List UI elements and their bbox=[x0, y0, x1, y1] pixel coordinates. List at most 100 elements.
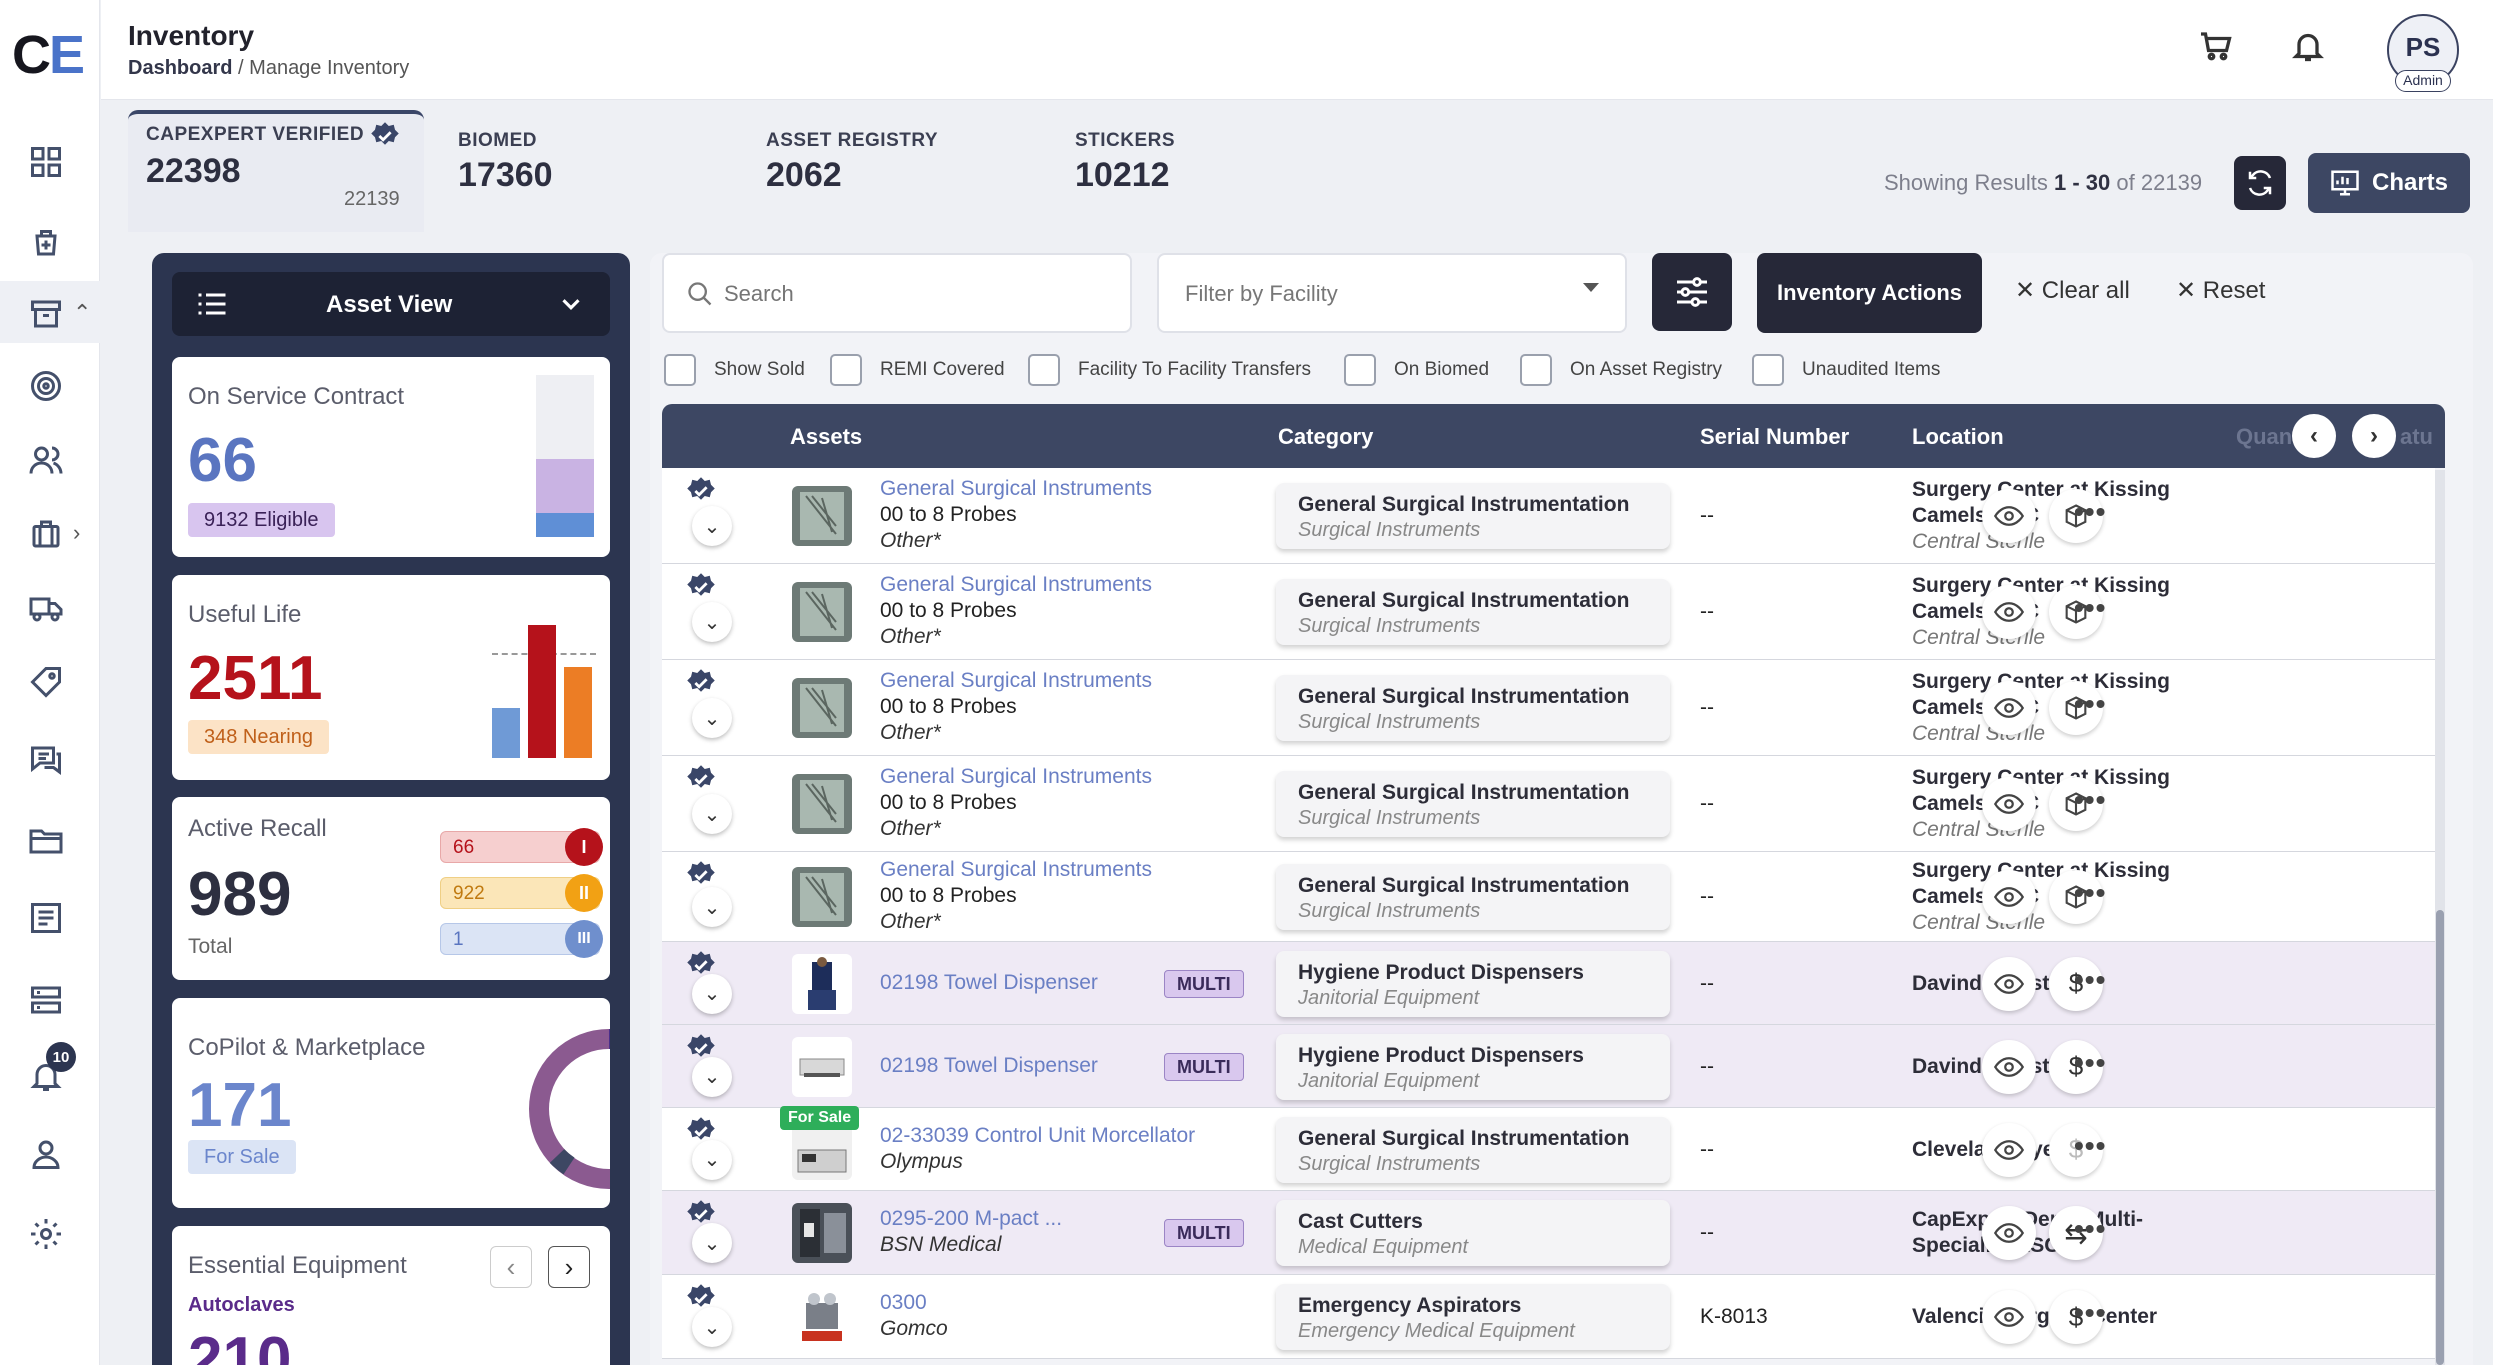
expand-row-button[interactable]: ⌄ bbox=[692, 887, 732, 927]
active-recall-card[interactable]: Active Recall 989 Total 66 I 922 II 1 III bbox=[172, 797, 610, 980]
table-row[interactable]: ⌄ 02198 Towel Dispenser MULTI Hygiene Produ… bbox=[662, 1025, 2435, 1108]
table-row[interactable]: ⌄ For Sale 02-33039 Control Unit Morcellat… bbox=[662, 1105, 2435, 1191]
expand-row-button[interactable]: ⌄ bbox=[692, 794, 732, 834]
recall-class-1-bar[interactable]: 66 I bbox=[440, 828, 603, 866]
medical-bag-icon[interactable] bbox=[22, 218, 70, 266]
view-eye-button[interactable] bbox=[1982, 1290, 2036, 1344]
reset-button[interactable]: ✕ Reset bbox=[2176, 276, 2265, 305]
breadcrumb-home[interactable]: Dashboard bbox=[128, 57, 232, 79]
view-eye-button[interactable] bbox=[1982, 585, 2036, 639]
asset-thumbnail[interactable] bbox=[792, 1203, 852, 1263]
asset-thumbnail[interactable] bbox=[792, 867, 852, 927]
expand-row-button[interactable]: ⌄ bbox=[692, 602, 732, 642]
header-assets[interactable]: Assets bbox=[790, 424, 862, 450]
user-avatar[interactable]: PS Admin bbox=[2387, 14, 2459, 92]
expand-row-button[interactable]: ⌄ bbox=[692, 1223, 732, 1263]
more-options-icon[interactable]: ••• bbox=[2074, 1213, 2106, 1245]
inventory-actions-button[interactable]: Inventory Actions bbox=[1757, 253, 1982, 333]
settings-gear-icon[interactable] bbox=[22, 1210, 70, 1258]
filter-remi-covered[interactable]: REMI Covered bbox=[830, 352, 1005, 388]
dashboard-grid-icon[interactable] bbox=[22, 138, 70, 186]
asset-name-link[interactable]: General Surgical Instruments bbox=[880, 669, 1152, 693]
filter-on-asset-registry[interactable]: On Asset Registry bbox=[1520, 352, 1722, 388]
more-options-icon[interactable]: ••• bbox=[2074, 784, 2106, 816]
header-serial[interactable]: Serial Number bbox=[1700, 424, 1849, 450]
essential-prev-button[interactable]: ‹ bbox=[490, 1246, 532, 1288]
view-eye-button[interactable] bbox=[1982, 681, 2036, 735]
columns-prev-button[interactable]: ‹ bbox=[2292, 414, 2336, 458]
expand-row-button[interactable]: ⌄ bbox=[692, 1056, 732, 1097]
view-eye-button[interactable] bbox=[1982, 956, 2036, 1011]
filter-show-sold[interactable]: Show Sold bbox=[664, 352, 805, 388]
table-row[interactable]: ⌄ General Surgical Instruments 00 to 8 Pro… bbox=[662, 468, 2435, 564]
truck-icon[interactable] bbox=[22, 584, 70, 632]
recall-class-2-bar[interactable]: 922 II bbox=[440, 874, 603, 912]
charts-button[interactable]: Charts bbox=[2308, 153, 2470, 213]
chevron-up-icon[interactable]: ⌃ bbox=[73, 300, 91, 326]
search-input[interactable] bbox=[724, 277, 1104, 311]
view-eye-button[interactable] bbox=[1982, 1206, 2036, 1260]
asset-thumbnail[interactable] bbox=[792, 1036, 852, 1097]
profile-icon[interactable] bbox=[22, 1130, 70, 1178]
more-options-icon[interactable]: ••• bbox=[2074, 1297, 2106, 1329]
table-row[interactable]: ⌄ 02198 Towel Dispenser MULTI Hygiene Produ… bbox=[662, 942, 2435, 1025]
asset-name-link[interactable]: 0295-200 M-pact ... bbox=[880, 1207, 1062, 1231]
table-row[interactable]: ⌄ 0295-200 M-pact ... BSN Medical MULTI Cast… bbox=[662, 1191, 2435, 1275]
view-eye-button[interactable] bbox=[1982, 870, 2036, 924]
asset-thumbnail[interactable] bbox=[792, 953, 852, 1014]
expand-row-button[interactable]: ⌄ bbox=[692, 1307, 732, 1347]
table-row[interactable]: ⌄ General Surgical Instruments 00 to 8 Pro… bbox=[662, 564, 2435, 660]
more-options-icon[interactable]: ••• bbox=[2074, 877, 2106, 909]
expand-row-button[interactable]: ⌄ bbox=[692, 506, 732, 546]
facility-filter-dropdown[interactable]: Filter by Facility bbox=[1157, 253, 1627, 333]
asset-name-link[interactable]: 0300 bbox=[880, 1291, 927, 1315]
copilot-marketplace-card[interactable]: CoPilot & Marketplace 171 For Sale bbox=[172, 998, 610, 1208]
header-quantity[interactable]: Quan bbox=[2236, 424, 2292, 450]
view-eye-button[interactable] bbox=[1982, 777, 2036, 831]
more-options-icon[interactable]: ••• bbox=[2074, 496, 2106, 528]
stickers-value[interactable]: 10212 bbox=[1075, 156, 1170, 195]
essential-next-button[interactable]: › bbox=[548, 1246, 590, 1288]
filter-on-biomed[interactable]: On Biomed bbox=[1344, 352, 1489, 388]
filter-settings-button[interactable] bbox=[1652, 253, 1732, 331]
more-options-icon[interactable]: ••• bbox=[2074, 1130, 2106, 1162]
expand-row-button[interactable]: ⌄ bbox=[692, 973, 732, 1014]
more-options-icon[interactable]: ••• bbox=[2074, 1047, 2106, 1079]
filter-unaudited-items[interactable]: Unaudited Items bbox=[1752, 352, 1940, 388]
columns-next-button[interactable]: › bbox=[2352, 414, 2396, 458]
notifications-bell-icon[interactable] bbox=[2290, 28, 2334, 72]
view-eye-button[interactable] bbox=[1982, 1039, 2036, 1094]
app-logo[interactable]: CE bbox=[12, 24, 85, 86]
service-contract-card[interactable]: On Service Contract 66 9132 Eligible bbox=[172, 357, 610, 557]
target-icon[interactable] bbox=[22, 362, 70, 410]
header-status[interactable]: atu bbox=[2400, 424, 2433, 450]
more-options-icon[interactable]: ••• bbox=[2074, 688, 2106, 720]
table-row[interactable]: ⌄ General Surgical Instruments 00 to 8 Pro… bbox=[662, 660, 2435, 756]
tag-icon[interactable] bbox=[22, 658, 70, 706]
filter-facility-transfers[interactable]: Facility To Facility Transfers bbox=[1028, 352, 1311, 388]
folder-icon[interactable] bbox=[22, 816, 70, 864]
asset-thumbnail[interactable] bbox=[792, 486, 852, 546]
search-box[interactable] bbox=[662, 253, 1132, 333]
asset-name-link[interactable]: General Surgical Instruments bbox=[880, 858, 1152, 882]
essential-equipment-card[interactable]: Essential Equipment Autoclaves 210 ‹ › bbox=[172, 1226, 610, 1365]
refresh-button[interactable] bbox=[2234, 156, 2286, 210]
table-row[interactable]: ⌄ General Surgical Instruments 00 to 8 Pro… bbox=[662, 756, 2435, 852]
asset-name-link[interactable]: General Surgical Instruments bbox=[880, 477, 1152, 501]
cart-icon[interactable] bbox=[2198, 28, 2242, 72]
scrollbar-thumb[interactable] bbox=[2436, 910, 2444, 1365]
expand-row-button[interactable]: ⌄ bbox=[692, 1139, 732, 1180]
header-category[interactable]: Category bbox=[1278, 424, 1373, 450]
header-location[interactable]: Location bbox=[1912, 424, 2004, 450]
chevron-right-icon[interactable]: › bbox=[73, 520, 80, 546]
users-icon[interactable] bbox=[22, 436, 70, 484]
table-row[interactable]: ⌄ General Surgical Instruments 00 to 8 Pro… bbox=[662, 852, 2435, 942]
chat-icon[interactable] bbox=[22, 736, 70, 784]
asset-thumbnail[interactable] bbox=[792, 678, 852, 738]
asset-thumbnail[interactable] bbox=[792, 774, 852, 834]
asset-view-dropdown[interactable]: Asset View bbox=[172, 272, 610, 336]
view-eye-button[interactable] bbox=[1982, 1122, 2036, 1177]
inventory-box-icon[interactable] bbox=[22, 290, 70, 338]
asset-name-link[interactable]: 02-33039 Control Unit Morcellator bbox=[880, 1124, 1195, 1148]
table-row[interactable]: ⌄ 0300 Gomco Emergency Aspirators Emergency … bbox=[662, 1275, 2435, 1359]
